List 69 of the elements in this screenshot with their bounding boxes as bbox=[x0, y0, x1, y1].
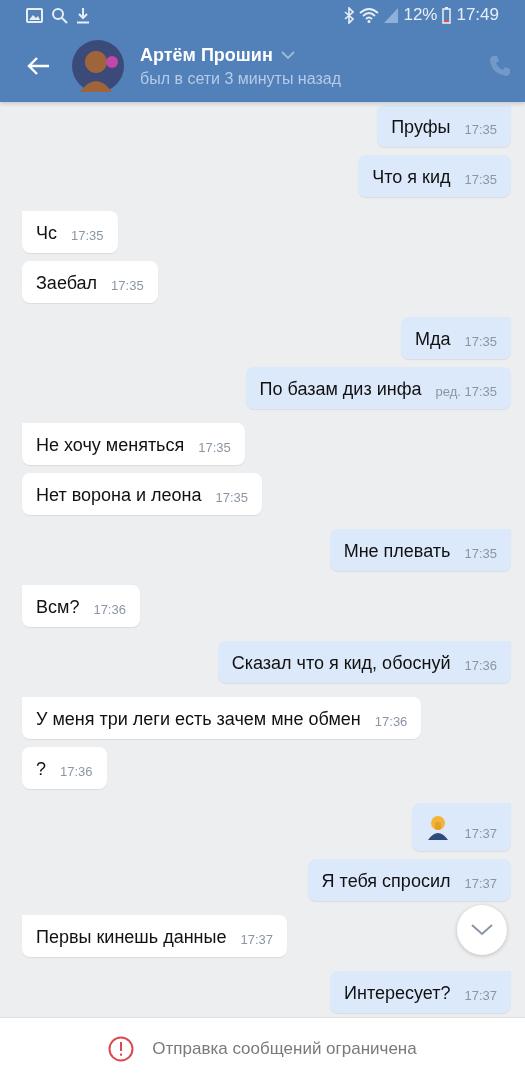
search-icon bbox=[51, 6, 68, 24]
chevron-down-icon bbox=[470, 923, 494, 937]
message-text: ? bbox=[36, 758, 46, 780]
message-time: 17:36 bbox=[60, 764, 93, 780]
message-time: 17:35 bbox=[198, 440, 231, 456]
message-text: Не хочу меняться bbox=[36, 434, 185, 456]
message-time: 17:37 bbox=[464, 826, 497, 842]
message-bubble[interactable]: Чс 17:35 bbox=[22, 211, 118, 253]
download-icon bbox=[76, 6, 90, 24]
message-bubble[interactable]: Сказал что я кид, обоснуй 17:36 bbox=[217, 641, 511, 683]
chevron-down-icon[interactable] bbox=[280, 50, 295, 60]
message-bubble[interactable]: ? 17:36 bbox=[22, 747, 107, 789]
message-time: 17:35 bbox=[464, 546, 497, 562]
gallery-icon bbox=[26, 7, 43, 23]
message-bubble[interactable]: Первы кинешь данные 17:37 bbox=[22, 915, 288, 957]
message-bubble[interactable]: Не хочу меняться 17:35 bbox=[22, 423, 245, 465]
message-bubble[interactable]: Всм? 17:36 bbox=[22, 585, 140, 627]
message-time: 17:35 bbox=[71, 228, 104, 244]
message-time: 17:35 bbox=[464, 334, 497, 350]
message-bubble[interactable]: Что я кид 17:35 bbox=[358, 155, 511, 197]
message-bubble[interactable]: Нет ворона и леона 17:35 bbox=[22, 473, 263, 515]
contact-name[interactable]: Артём Прошин bbox=[140, 44, 273, 66]
message-time: 17:37 bbox=[240, 932, 274, 948]
message-time: 17:37 bbox=[464, 876, 497, 892]
message-text: Мне плевать bbox=[343, 540, 451, 562]
message-time: 17:36 bbox=[374, 714, 408, 730]
message-bubble[interactable]: Я тебя спросил 17:37 bbox=[307, 859, 511, 901]
message-text: Чс bbox=[36, 222, 57, 244]
message-bubble[interactable]: По базам диз инфа ред. 17:35 bbox=[245, 367, 511, 409]
message-text: Сказал что я кид, обоснуй bbox=[231, 652, 451, 674]
message-bubble[interactable]: Мда 17:35 bbox=[400, 317, 511, 359]
signal-icon bbox=[384, 7, 399, 23]
message-bubble[interactable]: Пруфы 17:35 bbox=[377, 105, 511, 147]
message-text: Пруфы bbox=[391, 116, 451, 138]
avatar[interactable] bbox=[72, 40, 124, 92]
back-arrow-icon[interactable] bbox=[26, 56, 50, 76]
message-text: Всм? bbox=[36, 596, 80, 618]
message-time: 17:35 bbox=[111, 278, 144, 294]
message-bubble[interactable]: Заебал 17:35 bbox=[22, 261, 158, 303]
message-time: 17:35 bbox=[464, 122, 497, 138]
warning-icon bbox=[108, 1036, 135, 1062]
message-time: 17:35 bbox=[464, 172, 497, 188]
message-time: 17:36 bbox=[93, 602, 126, 618]
message-bubble[interactable]: Интересует? 17:37 bbox=[330, 971, 511, 1013]
battery-icon bbox=[442, 6, 452, 24]
message-time: 17:36 bbox=[464, 658, 497, 674]
message-text: Я тебя спросил bbox=[321, 870, 451, 892]
message-text: Интересует? bbox=[344, 982, 451, 1004]
message-bubble[interactable]: Мне плевать 17:35 bbox=[329, 529, 511, 571]
phone-icon[interactable] bbox=[489, 55, 511, 77]
scroll-down-button[interactable] bbox=[457, 905, 507, 955]
clock: 17:49 bbox=[456, 5, 499, 25]
message-text: Мда bbox=[414, 328, 451, 350]
wifi-icon bbox=[359, 7, 380, 23]
message-text: Что я кид bbox=[372, 166, 451, 188]
message-text: У меня три леги есть зачем мне обмен bbox=[36, 708, 361, 730]
battery-percent: 12% bbox=[403, 5, 438, 25]
message-bubble[interactable]: У меня три леги есть зачем мне обмен 17:36 bbox=[22, 697, 422, 739]
bluetooth-icon bbox=[344, 6, 355, 24]
message-text: Нет ворона и леона bbox=[36, 484, 202, 506]
message-time: 17:35 bbox=[215, 490, 249, 506]
restriction-notice: Отправка сообщений ограничена bbox=[152, 1039, 417, 1059]
last-seen-status: был в сети 3 минуты назад bbox=[140, 69, 342, 88]
message-text: По базам диз инфа bbox=[259, 378, 422, 400]
person-emoji-icon bbox=[426, 814, 451, 840]
message-time: 17:37 bbox=[464, 988, 497, 1004]
message-text: Первы кинешь данные bbox=[36, 926, 227, 948]
message-text: Заебал bbox=[36, 272, 98, 294]
message-time: ред. 17:35 bbox=[435, 384, 497, 400]
